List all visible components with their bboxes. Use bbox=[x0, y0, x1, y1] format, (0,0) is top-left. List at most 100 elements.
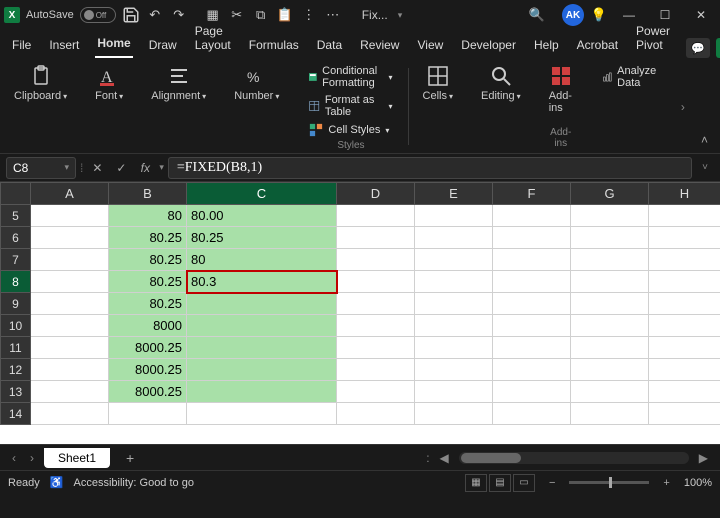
cell-g13[interactable] bbox=[571, 381, 649, 403]
cell-f6[interactable] bbox=[493, 227, 571, 249]
cell-e6[interactable] bbox=[415, 227, 493, 249]
cell-c5[interactable]: 80.00 bbox=[187, 205, 337, 227]
row-header-12[interactable]: 12 bbox=[1, 359, 31, 381]
tab-developer[interactable]: Developer bbox=[459, 34, 518, 58]
select-all-corner[interactable] bbox=[1, 183, 31, 205]
cell-h11[interactable] bbox=[649, 337, 720, 359]
cell-c11[interactable] bbox=[187, 337, 337, 359]
cell-b6[interactable]: 80.25 bbox=[109, 227, 187, 249]
cell-g9[interactable] bbox=[571, 293, 649, 315]
clipboard-button[interactable]: Clipboard ▾ bbox=[14, 64, 67, 102]
cell-d7[interactable] bbox=[337, 249, 415, 271]
cell-h9[interactable] bbox=[649, 293, 720, 315]
tab-review[interactable]: Review bbox=[358, 34, 401, 58]
cell-h7[interactable] bbox=[649, 249, 720, 271]
cell-f8[interactable] bbox=[493, 271, 571, 293]
cancel-formula-button[interactable]: ✕ bbox=[87, 158, 107, 178]
cell-a11[interactable] bbox=[31, 337, 109, 359]
formula-input[interactable] bbox=[168, 157, 692, 179]
cell-g7[interactable] bbox=[571, 249, 649, 271]
cell-h5[interactable] bbox=[649, 205, 720, 227]
tab-insert[interactable]: Insert bbox=[47, 34, 81, 58]
zoom-slider[interactable] bbox=[569, 481, 649, 484]
cell-h12[interactable] bbox=[649, 359, 720, 381]
tab-file[interactable]: File bbox=[10, 34, 33, 58]
cell-b10[interactable]: 8000 bbox=[109, 315, 187, 337]
cell-g8[interactable] bbox=[571, 271, 649, 293]
cell-b7[interactable]: 80.25 bbox=[109, 249, 187, 271]
cell-h13[interactable] bbox=[649, 381, 720, 403]
tab-formulas[interactable]: Formulas bbox=[247, 34, 301, 58]
cell-d10[interactable] bbox=[337, 315, 415, 337]
cell-f12[interactable] bbox=[493, 359, 571, 381]
share-button[interactable]: ⇪ bbox=[716, 38, 720, 58]
cell-e8[interactable] bbox=[415, 271, 493, 293]
row-header-9[interactable]: 9 bbox=[1, 293, 31, 315]
cell-d9[interactable] bbox=[337, 293, 415, 315]
row-header-13[interactable]: 13 bbox=[1, 381, 31, 403]
tab-help[interactable]: Help bbox=[532, 34, 561, 58]
close-button[interactable]: ✕ bbox=[686, 0, 716, 30]
comments-button[interactable]: 💬 bbox=[686, 38, 710, 58]
cell-c12[interactable] bbox=[187, 359, 337, 381]
quick-icon-2[interactable]: ⋮ bbox=[300, 6, 318, 24]
analyze-data-button[interactable]: Analyze Data bbox=[601, 64, 663, 90]
cell-g14[interactable] bbox=[571, 403, 649, 425]
row-header-10[interactable]: 10 bbox=[1, 315, 31, 337]
cell-g12[interactable] bbox=[571, 359, 649, 381]
cell-a12[interactable] bbox=[31, 359, 109, 381]
row-header-8[interactable]: 8 bbox=[1, 271, 31, 293]
document-name[interactable]: Fix... bbox=[358, 8, 392, 22]
overflow-icon[interactable]: ⋯ bbox=[324, 6, 342, 24]
cell-a6[interactable] bbox=[31, 227, 109, 249]
add-sheet-button[interactable]: + bbox=[116, 450, 144, 466]
cell-e13[interactable] bbox=[415, 381, 493, 403]
cell-b5[interactable]: 80 bbox=[109, 205, 187, 227]
zoom-level[interactable]: 100% bbox=[684, 477, 712, 489]
cell-f5[interactable] bbox=[493, 205, 571, 227]
sheet-prev-button[interactable]: ‹ bbox=[8, 449, 20, 467]
col-header-g[interactable]: G bbox=[571, 183, 649, 205]
paste-icon[interactable]: 📋 bbox=[276, 6, 294, 24]
tab-power-pivot[interactable]: Power Pivot bbox=[634, 20, 672, 58]
cell-d14[interactable] bbox=[337, 403, 415, 425]
col-header-e[interactable]: E bbox=[415, 183, 493, 205]
user-avatar[interactable]: AK bbox=[562, 4, 584, 26]
cell-g11[interactable] bbox=[571, 337, 649, 359]
cell-c7[interactable]: 80 bbox=[187, 249, 337, 271]
addins-button[interactable]: Add-ins bbox=[549, 64, 573, 114]
normal-view-button[interactable]: ▦ bbox=[465, 474, 487, 492]
cell-g6[interactable] bbox=[571, 227, 649, 249]
sheet-next-button[interactable]: › bbox=[26, 449, 38, 467]
cell-c10[interactable] bbox=[187, 315, 337, 337]
cell-f10[interactable] bbox=[493, 315, 571, 337]
editing-button[interactable]: Editing ▾ bbox=[481, 64, 521, 102]
cell-h8[interactable] bbox=[649, 271, 720, 293]
cell-f14[interactable] bbox=[493, 403, 571, 425]
name-box[interactable]: C8▾ bbox=[6, 157, 76, 179]
row-header-6[interactable]: 6 bbox=[1, 227, 31, 249]
cell-b9[interactable]: 80.25 bbox=[109, 293, 187, 315]
page-break-view-button[interactable]: ▭ bbox=[513, 474, 535, 492]
cell-h10[interactable] bbox=[649, 315, 720, 337]
alignment-button[interactable]: Alignment ▾ bbox=[151, 64, 206, 102]
cell-f9[interactable] bbox=[493, 293, 571, 315]
cell-d11[interactable] bbox=[337, 337, 415, 359]
col-header-h[interactable]: H bbox=[649, 183, 720, 205]
spreadsheet-grid[interactable]: A B C D E F G H 58080.00680.2580.25780.2… bbox=[0, 182, 720, 444]
cell-b12[interactable]: 8000.25 bbox=[109, 359, 187, 381]
cell-e7[interactable] bbox=[415, 249, 493, 271]
autosave-toggle[interactable]: Off bbox=[80, 7, 116, 23]
cell-d5[interactable] bbox=[337, 205, 415, 227]
cell-f7[interactable] bbox=[493, 249, 571, 271]
row-header-11[interactable]: 11 bbox=[1, 337, 31, 359]
cell-a10[interactable] bbox=[31, 315, 109, 337]
cell-f11[interactable] bbox=[493, 337, 571, 359]
cell-a14[interactable] bbox=[31, 403, 109, 425]
tab-view[interactable]: View bbox=[415, 34, 445, 58]
font-button[interactable]: A Font ▾ bbox=[95, 64, 123, 102]
cell-b11[interactable]: 8000.25 bbox=[109, 337, 187, 359]
cell-d12[interactable] bbox=[337, 359, 415, 381]
cell-d8[interactable] bbox=[337, 271, 415, 293]
col-header-a[interactable]: A bbox=[31, 183, 109, 205]
